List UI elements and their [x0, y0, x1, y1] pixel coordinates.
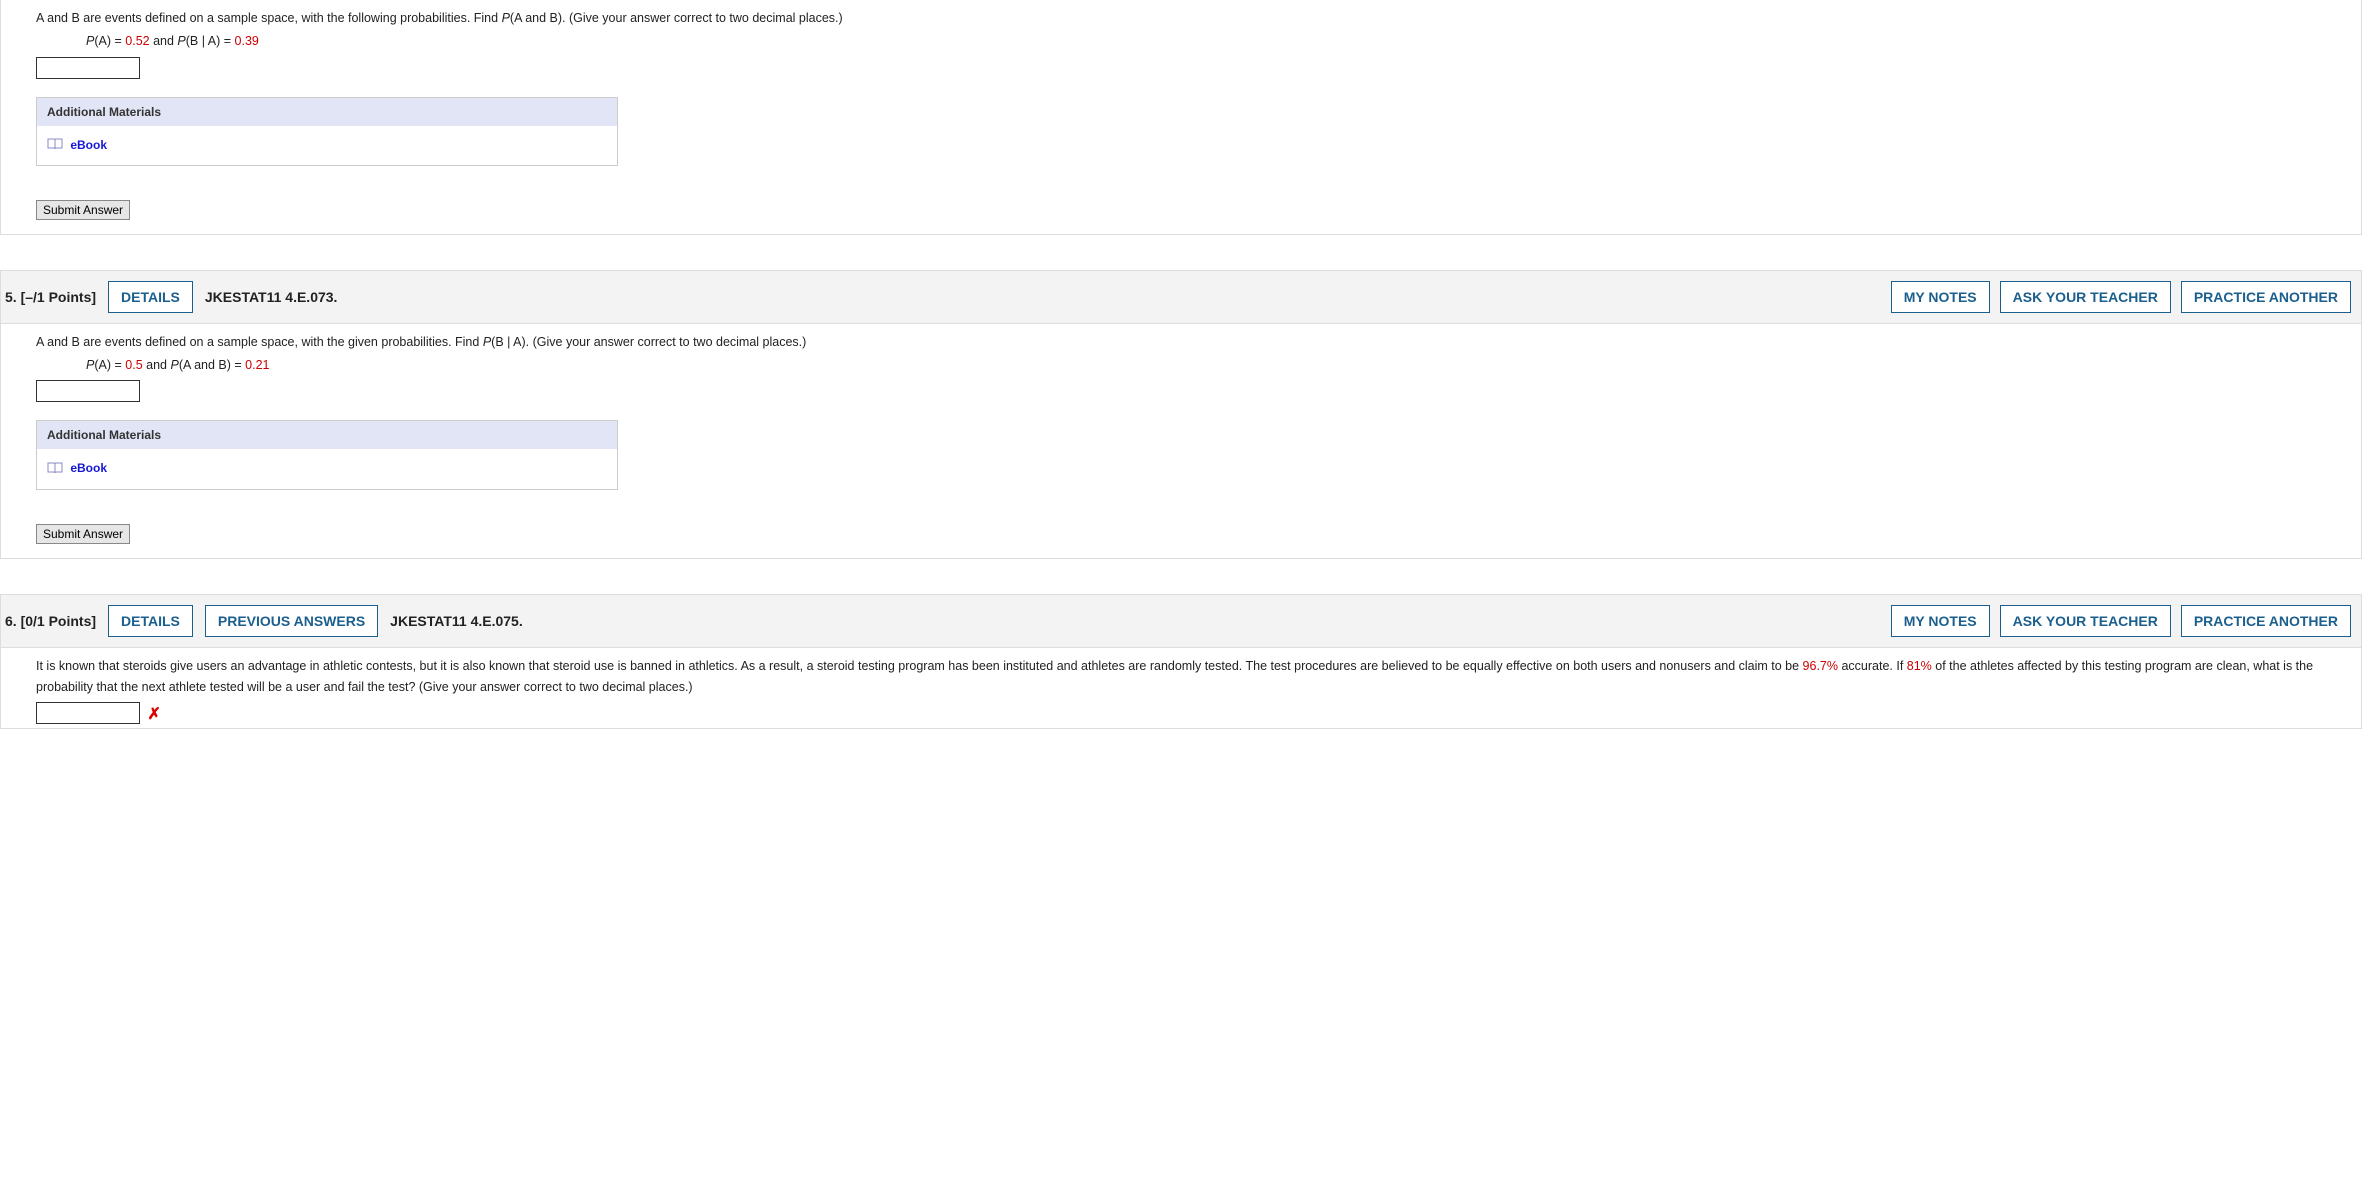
book-icon [47, 462, 63, 477]
q6-number-points: 6. [0/1 Points] [5, 613, 96, 629]
q4-answer-input[interactable] [36, 57, 140, 79]
q5-mynotes-button[interactable]: MY NOTES [1891, 281, 1990, 313]
question-6-body: It is known that steroids give users an … [0, 648, 2362, 730]
q4-prompt-rest: (A and B). (Give your answer correct to … [510, 11, 843, 25]
q6-v1: 96.7% [1803, 659, 1838, 673]
q5-prompt: A and B are events defined on a sample s… [36, 332, 2361, 355]
q6-details-button[interactable]: DETAILS [108, 605, 193, 637]
q5-eq-p4: (A and B) = [179, 358, 245, 372]
q5-ebook-link[interactable]: eBook [47, 461, 107, 475]
q6-ref: JKESTAT11 4.E.075. [390, 613, 523, 629]
q4-materials-header: Additional Materials [37, 98, 617, 126]
question-6-header: 6. [0/1 Points] DETAILS PREVIOUS ANSWERS… [0, 594, 2362, 648]
q4-prompt-text: A and B are events defined on a sample s… [36, 11, 502, 25]
q5-practice-another-button[interactable]: PRACTICE ANOTHER [2181, 281, 2351, 313]
q4-eq-v2: 0.39 [235, 34, 259, 48]
q5-prompt-rest: (B | A). (Give your answer correct to tw… [491, 335, 806, 349]
q5-number-points: 5. [–/1 Points] [5, 289, 96, 305]
q5-answer-row [36, 378, 2361, 402]
q5-additional-materials: Additional Materials eBook [36, 420, 618, 489]
q4-prompt: A and B are events defined on a sample s… [36, 8, 2361, 31]
q6-p2: accurate. If [1838, 659, 1907, 673]
q4-prompt-p: P [502, 11, 510, 25]
q6-ask-teacher-button[interactable]: ASK YOUR TEACHER [2000, 605, 2171, 637]
q5-eq-v1: 0.5 [125, 358, 142, 372]
q6-header-right: MY NOTES ASK YOUR TEACHER PRACTICE ANOTH… [1891, 605, 2351, 637]
question-5-header: 5. [–/1 Points] DETAILS JKESTAT11 4.E.07… [0, 270, 2362, 324]
q5-materials-body: eBook [37, 449, 617, 488]
q5-eq-p3: P [170, 358, 178, 372]
book-icon [47, 138, 63, 153]
q5-submit-button[interactable]: Submit Answer [36, 524, 130, 544]
q5-ref: JKESTAT11 4.E.073. [205, 289, 338, 305]
q6-mynotes-button[interactable]: MY NOTES [1891, 605, 1990, 637]
q5-details-button[interactable]: DETAILS [108, 281, 193, 313]
q5-eq-mid: and [143, 358, 171, 372]
q5-ebook-label: eBook [70, 461, 107, 475]
q4-ebook-label: eBook [70, 138, 107, 152]
q6-answer-input[interactable] [36, 702, 140, 724]
incorrect-icon: ✗ [147, 706, 160, 723]
q5-eq-v2: 0.21 [245, 358, 269, 372]
question-5-body: A and B are events defined on a sample s… [0, 324, 2362, 559]
q6-header-left: 6. [0/1 Points] DETAILS PREVIOUS ANSWERS… [5, 605, 523, 637]
q5-submit-row: Submit Answer [36, 524, 2361, 544]
question-4-body: A and B are events defined on a sample s… [0, 0, 2362, 235]
q4-eq-p4: (B | A) = [186, 34, 235, 48]
q6-p1: It is known that steroids give users an … [36, 659, 1803, 673]
q4-eq-mid: and [150, 34, 178, 48]
q4-eq-p2: (A) = [94, 34, 125, 48]
q4-equation: P(A) = 0.52 and P(B | A) = 0.39 [36, 31, 2361, 54]
q4-eq-p3: P [177, 34, 185, 48]
q5-header-left: 5. [–/1 Points] DETAILS JKESTAT11 4.E.07… [5, 281, 337, 313]
q4-submit-button[interactable]: Submit Answer [36, 200, 130, 220]
q5-header-right: MY NOTES ASK YOUR TEACHER PRACTICE ANOTH… [1891, 281, 2351, 313]
q5-answer-input[interactable] [36, 380, 140, 402]
q6-v2: 81% [1907, 659, 1932, 673]
q5-eq-p2: (A) = [94, 358, 125, 372]
q4-submit-row: Submit Answer [36, 200, 2361, 220]
q6-prompt: It is known that steroids give users an … [36, 656, 2361, 701]
q6-answer-row: ✗ [36, 700, 2361, 724]
q4-answer-row [36, 55, 2361, 79]
q5-prompt-text: A and B are events defined on a sample s… [36, 335, 483, 349]
q4-eq-v1: 0.52 [125, 34, 149, 48]
q6-previous-answers-button[interactable]: PREVIOUS ANSWERS [205, 605, 378, 637]
q6-practice-another-button[interactable]: PRACTICE ANOTHER [2181, 605, 2351, 637]
q5-ask-teacher-button[interactable]: ASK YOUR TEACHER [2000, 281, 2171, 313]
q4-additional-materials: Additional Materials eBook [36, 97, 618, 166]
q5-prompt-p: P [483, 335, 491, 349]
q5-materials-header: Additional Materials [37, 421, 617, 449]
q4-ebook-link[interactable]: eBook [47, 138, 107, 152]
q5-equation: P(A) = 0.5 and P(A and B) = 0.21 [36, 355, 2361, 378]
q4-materials-body: eBook [37, 126, 617, 165]
